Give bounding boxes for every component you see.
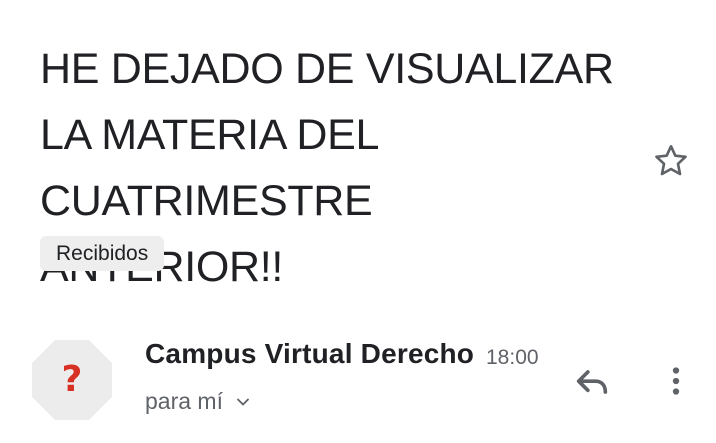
star-outline-icon (655, 145, 687, 176)
label-chip-inbox[interactable]: Recibidos (40, 236, 165, 271)
recipient-text: para mí (145, 388, 223, 414)
label-chip-text: Recibidos (56, 241, 149, 265)
recipient-details-toggle[interactable]: para mí (145, 388, 253, 415)
unknown-sender-icon: ? (61, 359, 83, 400)
reply-arrow-icon (576, 370, 608, 394)
sender-avatar[interactable]: ? (30, 338, 114, 422)
more-vertical-icon (672, 367, 680, 395)
reply-button[interactable] (568, 360, 616, 404)
chevron-down-icon (237, 398, 249, 405)
star-button[interactable] (648, 138, 694, 184)
more-options-button[interactable] (654, 358, 698, 404)
email-time: 18:00 (486, 346, 539, 369)
sender-name[interactable]: Campus Virtual Derecho (145, 338, 477, 370)
